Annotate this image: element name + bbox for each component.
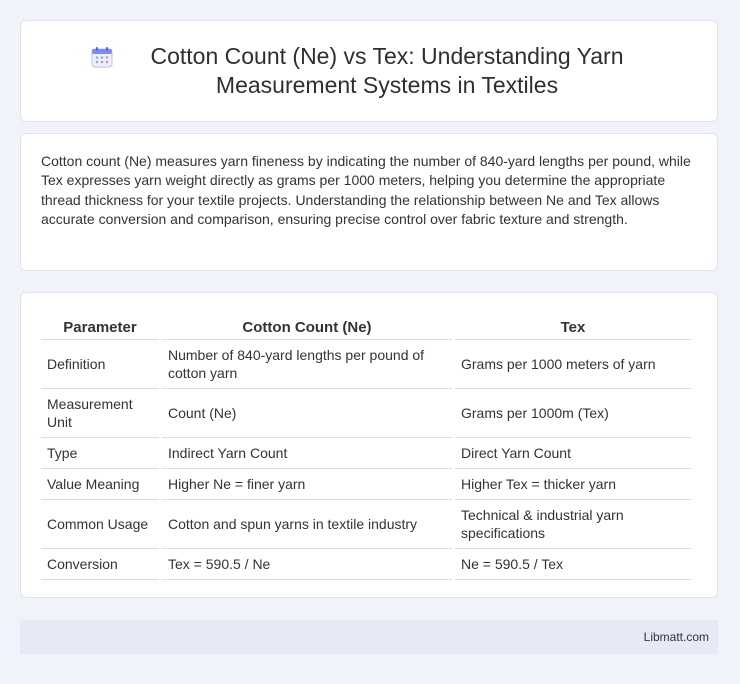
row-tex-value: Grams per 1000 meters of yarn bbox=[455, 340, 691, 389]
row-cotton-count-value: Tex = 590.5 / Ne bbox=[162, 549, 452, 580]
header-tex: Tex bbox=[455, 313, 691, 340]
row-tex-value: Direct Yarn Count bbox=[455, 438, 691, 469]
row-parameter: Measurement Unit bbox=[41, 389, 159, 438]
comparison-table: Parameter Cotton Count (Ne) Tex Definiti… bbox=[38, 313, 694, 580]
row-parameter: Conversion bbox=[41, 549, 159, 580]
footer-brand-link[interactable]: Libmatt.com bbox=[644, 630, 709, 644]
row-parameter: Type bbox=[41, 438, 159, 469]
row-parameter: Common Usage bbox=[41, 500, 159, 549]
intro-paragraph: Cotton count (Ne) measures yarn fineness… bbox=[41, 153, 691, 228]
calendar-icon bbox=[91, 47, 113, 68]
footer-bar: Libmatt.com bbox=[20, 620, 718, 654]
row-tex-value: Technical & industrial yarn specificatio… bbox=[455, 500, 691, 549]
table-row: Conversion Tex = 590.5 / Ne Ne = 590.5 /… bbox=[41, 549, 691, 580]
row-cotton-count-value: Count (Ne) bbox=[162, 389, 452, 438]
page-title: Cotton Count (Ne) vs Tex: Understanding … bbox=[150, 43, 624, 98]
table-row: Measurement Unit Count (Ne) Grams per 10… bbox=[41, 389, 691, 438]
intro-card: Cotton count (Ne) measures yarn fineness… bbox=[20, 133, 718, 271]
row-tex-value: Grams per 1000m (Tex) bbox=[455, 389, 691, 438]
table-row: Common Usage Cotton and spun yarns in te… bbox=[41, 500, 691, 549]
title-block: Cotton Count (Ne) vs Tex: Understanding … bbox=[91, 42, 647, 100]
row-cotton-count-value: Indirect Yarn Count bbox=[162, 438, 452, 469]
table-row: Type Indirect Yarn Count Direct Yarn Cou… bbox=[41, 438, 691, 469]
row-parameter: Value Meaning bbox=[41, 469, 159, 500]
header-parameter: Parameter bbox=[41, 313, 159, 340]
row-tex-value: Ne = 590.5 / Tex bbox=[455, 549, 691, 580]
table-row: Definition Number of 840-yard lengths pe… bbox=[41, 340, 691, 389]
header-cotton-count: Cotton Count (Ne) bbox=[162, 313, 452, 340]
row-tex-value: Higher Tex = thicker yarn bbox=[455, 469, 691, 500]
title-card: Cotton Count (Ne) vs Tex: Understanding … bbox=[20, 20, 718, 122]
row-cotton-count-value: Cotton and spun yarns in textile industr… bbox=[162, 500, 452, 549]
table-header-row: Parameter Cotton Count (Ne) Tex bbox=[41, 313, 691, 340]
table-row: Value Meaning Higher Ne = finer yarn Hig… bbox=[41, 469, 691, 500]
row-parameter: Definition bbox=[41, 340, 159, 389]
row-cotton-count-value: Higher Ne = finer yarn bbox=[162, 469, 452, 500]
table-card: Parameter Cotton Count (Ne) Tex Definiti… bbox=[20, 292, 718, 598]
row-cotton-count-value: Number of 840-yard lengths per pound of … bbox=[162, 340, 452, 389]
